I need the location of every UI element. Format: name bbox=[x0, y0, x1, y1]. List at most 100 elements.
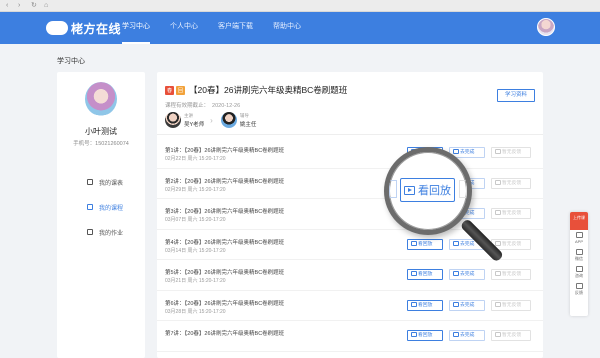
side-item-homework[interactable]: 我的作业 bbox=[87, 226, 123, 238]
app-header: 栳方在线 学习中心 个人中心 客户端下载 帮助中心 bbox=[0, 12, 600, 44]
edit-icon bbox=[453, 240, 459, 246]
play-icon bbox=[411, 332, 417, 337]
play-icon bbox=[404, 185, 415, 195]
nav-learning-center[interactable]: 学习中心 bbox=[122, 12, 150, 44]
logo[interactable]: 栳方在线 bbox=[46, 19, 121, 37]
teacher-role: 主讲 bbox=[184, 112, 193, 118]
lesson-time: 03月21日 周六 15:20-17:20 bbox=[165, 278, 226, 284]
profile-avatar bbox=[85, 82, 117, 116]
replay-tag: 回 bbox=[176, 85, 186, 95]
edit-icon bbox=[453, 332, 459, 337]
side-item-label: 我的作业 bbox=[99, 230, 124, 237]
profile-phone: 手机号：15021260074 bbox=[73, 141, 129, 147]
no-feedback-button: 暂无反馈 bbox=[491, 299, 531, 311]
lesson-row: 第1讲：【20春】26讲刷完六年级奥精BC卷刷题班 02月22日 周六 15:2… bbox=[157, 138, 543, 169]
browser-toolbar: ‹ › ↻ ⌂ bbox=[0, 0, 600, 12]
forward-icon[interactable]: › bbox=[18, 2, 20, 10]
side-item-schedule[interactable]: 我的课表 bbox=[87, 176, 123, 188]
magnified-feedback-button-edge bbox=[459, 180, 467, 198]
calendar-icon bbox=[87, 179, 93, 185]
lesson-title: 第4讲：【20春】26讲刷完六年级奥精BC卷刷题班 bbox=[165, 239, 285, 246]
main-nav: 学习中心 个人中心 客户端下载 帮助中心 bbox=[122, 12, 321, 44]
home-icon[interactable]: ⌂ bbox=[44, 2, 48, 10]
watch-replay-button[interactable]: 看回放 bbox=[407, 238, 443, 250]
side-item-label: 我的课表 bbox=[99, 180, 124, 187]
course-deadline: 课程有效期截止： 2020-12-26 bbox=[165, 101, 240, 109]
lesson-time: 02月22日 周六 15:20-17:20 bbox=[165, 156, 226, 162]
chevron-right-icon: › bbox=[210, 115, 213, 125]
feedback-icon bbox=[495, 332, 501, 337]
nav-personal-center[interactable]: 个人中心 bbox=[170, 12, 198, 44]
play-icon bbox=[411, 301, 417, 307]
user-avatar[interactable] bbox=[537, 18, 555, 36]
no-feedback-button: 暂无反馈 bbox=[491, 177, 531, 189]
course-header: 春 回 【20春】26讲刷完六年级奥精BC卷刷题班 bbox=[165, 84, 347, 96]
feedback-icon bbox=[495, 210, 501, 215]
lesson-title: 第3讲：【20春】26讲刷完六年级奥精BC卷刷题班 bbox=[165, 209, 285, 215]
consult-button[interactable]: 咨询 bbox=[570, 264, 588, 281]
course-title: 【20春】26讲刷完六年级奥精BC卷刷题班 bbox=[189, 85, 348, 95]
teacher-avatar bbox=[165, 112, 181, 128]
tutor-info: 辅导 姚主任 bbox=[240, 113, 257, 128]
go-complete-button[interactable]: 去完成 bbox=[449, 299, 485, 311]
app-icon bbox=[575, 232, 583, 238]
profile-card: 小叶测试 手机号：15021260074 我的课表 我的课程 我的作业 bbox=[57, 72, 145, 358]
lesson-row: 第6讲：【20春】26讲刷完六年级奥精BC卷刷题班 03月28日 周六 15:2… bbox=[157, 291, 543, 321]
side-item-label: 我的课程 bbox=[99, 205, 124, 212]
page-title: 学习中心 bbox=[57, 58, 85, 65]
logo-text: 栳方在线 bbox=[71, 21, 122, 36]
watch-replay-button[interactable]: 看回放 bbox=[407, 269, 443, 280]
lesson-row: 第5讲：【20春】26讲刷完六年级奥精BC卷刷题班 03月21日 周六 15:2… bbox=[157, 260, 543, 291]
lesson-title: 第7讲：【20春】26讲刷完六年级奥精BC卷刷题班 bbox=[165, 331, 285, 337]
reload-icon[interactable]: ↻ bbox=[31, 2, 37, 10]
profile-name: 小叶测试 bbox=[85, 127, 117, 136]
lesson-title: 第2讲：【20春】26讲刷完六年级奥精BC卷刷题班 bbox=[165, 178, 285, 185]
tutor-name: 姚主任 bbox=[239, 121, 257, 128]
lesson-time: 02月29日 周六 15:20-17:20 bbox=[165, 186, 226, 193]
wechat-button[interactable]: 微信 bbox=[570, 247, 588, 264]
go-complete-button[interactable]: 去完成 bbox=[449, 330, 485, 341]
feedback-icon bbox=[495, 301, 501, 307]
lesson-title: 第1讲：【20春】26讲刷完六年级奥精BC卷刷题班 bbox=[165, 148, 285, 154]
magnified-replay-button[interactable]: 看回放 bbox=[400, 178, 455, 202]
lesson-row: 第3讲：【20春】26讲刷完六年级奥精BC卷刷题班 03月07日 周六 15:2… bbox=[157, 199, 543, 230]
wechat-icon bbox=[575, 249, 583, 255]
lesson-time: 03月28日 周六 15:20-17:20 bbox=[165, 308, 226, 315]
no-feedback-button: 暂无反馈 bbox=[491, 330, 531, 341]
watch-replay-button[interactable]: 看回放 bbox=[407, 330, 443, 341]
lesson-row: 第2讲：【20春】26讲刷完六年级奥精BC卷刷题班 02月29日 周六 15:2… bbox=[157, 169, 543, 199]
divider bbox=[157, 134, 543, 135]
feedback-button[interactable]: 反馈 bbox=[570, 281, 588, 298]
no-feedback-button: 暂无反馈 bbox=[491, 269, 531, 280]
upload-lesson-button[interactable]: 上传课 bbox=[570, 212, 588, 230]
side-item-courses[interactable]: 我的课程 bbox=[87, 201, 123, 213]
magnified-done-button-edge bbox=[389, 180, 397, 198]
materials-button[interactable]: 学习资料 bbox=[497, 89, 535, 102]
edit-icon bbox=[453, 271, 459, 276]
no-feedback-button: 暂无反馈 bbox=[491, 208, 531, 219]
go-complete-button[interactable]: 去完成 bbox=[449, 269, 485, 280]
magnifier-overlay: 看回放 bbox=[384, 147, 472, 235]
side-menu: 我的课表 我的课程 我的作业 bbox=[87, 176, 123, 251]
course-panel: 春 回 【20春】26讲刷完六年级奥精BC卷刷题班 课程有效期截止： 2020-1… bbox=[157, 72, 543, 358]
nav-client-download[interactable]: 客户端下载 bbox=[218, 12, 253, 44]
play-icon bbox=[411, 271, 417, 276]
feedback-icon bbox=[495, 149, 501, 154]
teachers: 主讲 吴Y老师 › 辅导 姚主任 bbox=[165, 112, 262, 128]
no-feedback-button: 暂无反馈 bbox=[491, 147, 531, 158]
lesson-row: 第7讲：【20春】26讲刷完六年级奥精BC卷刷题班 看回放 去完成 暂无反馈 bbox=[157, 321, 543, 352]
app-download-button[interactable]: APP bbox=[570, 230, 588, 247]
nav-help-center[interactable]: 帮助中心 bbox=[273, 12, 301, 44]
deadline-value: 2020-12-26 bbox=[212, 103, 241, 109]
deadline-label: 课程有效期截止： bbox=[165, 103, 210, 109]
tutor-avatar bbox=[220, 112, 237, 128]
floating-toolbar: 上传课 APP 微信 咨询 反馈 bbox=[570, 212, 588, 316]
watch-replay-button[interactable]: 看回放 bbox=[407, 299, 443, 311]
consult-icon bbox=[575, 266, 583, 272]
logo-badge-icon bbox=[46, 21, 68, 35]
tutor-role: 辅导 bbox=[239, 112, 249, 118]
back-icon[interactable]: ‹ bbox=[6, 2, 8, 10]
teacher-name: 吴Y老师 bbox=[184, 121, 205, 128]
season-tag: 春 bbox=[165, 85, 175, 95]
play-icon bbox=[411, 240, 417, 246]
